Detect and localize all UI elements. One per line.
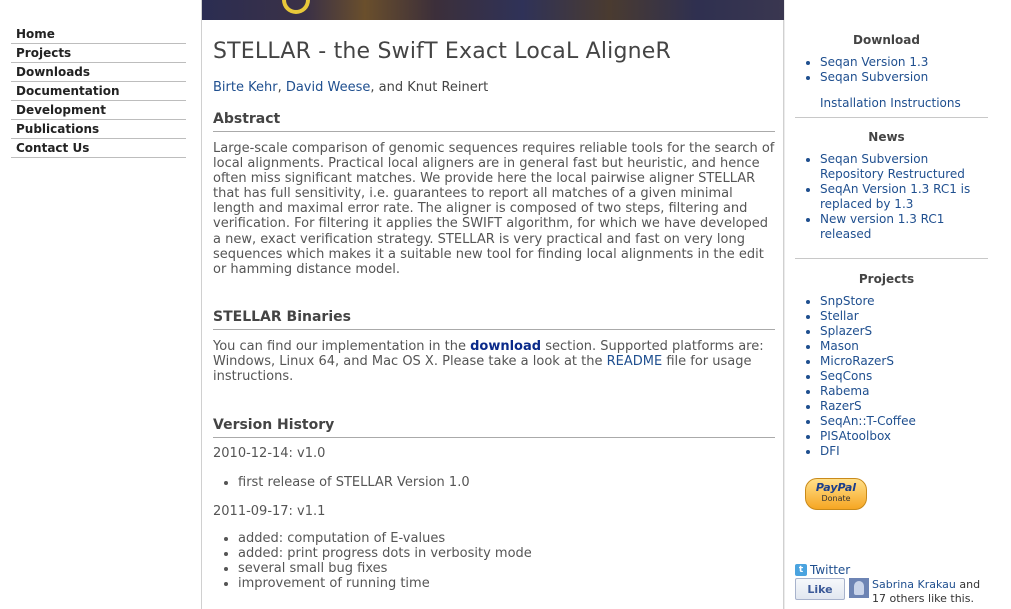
- nav-item-publications[interactable]: Publications: [11, 120, 186, 139]
- paypal-logo: PayPal: [815, 481, 857, 494]
- news-item[interactable]: New version 1.3 RC1 released: [820, 212, 985, 242]
- nav-item-projects[interactable]: Projects: [11, 44, 186, 63]
- nav-menu: Home Projects Downloads Documentation De…: [11, 25, 186, 158]
- binaries-text: You can find our implementation in the d…: [213, 339, 775, 384]
- installation-instructions-link[interactable]: Installation Instructions: [820, 96, 961, 110]
- nav-item-downloads[interactable]: Downloads: [11, 63, 186, 82]
- project-item[interactable]: DFI: [820, 444, 985, 459]
- link-text[interactable]: Seqan Version 1.3: [820, 55, 928, 69]
- project-link[interactable]: SeqAn::T-Coffee: [820, 414, 916, 428]
- version-date: 2010-12-14: v1.0: [213, 446, 326, 462]
- news-list: Seqan Subversion Repository Restructured…: [805, 152, 985, 242]
- project-link[interactable]: Mason: [820, 339, 859, 353]
- author-link-weese[interactable]: David Weese: [286, 80, 371, 95]
- version-changes-list: first release of STELLAR Version 1.0: [213, 475, 775, 490]
- binaries-heading: STELLAR Binaries: [213, 307, 775, 330]
- facebook-like-button[interactable]: Like: [795, 578, 845, 600]
- download-link-seqan-1-3[interactable]: Seqan Version 1.3: [820, 55, 985, 70]
- author-separator: , and: [370, 80, 408, 95]
- facebook-avatar: [849, 578, 869, 598]
- project-link[interactable]: Rabema: [820, 384, 869, 398]
- facebook-friend-link[interactable]: Sabrina Krakau: [872, 578, 956, 591]
- project-item[interactable]: SeqCons: [820, 369, 985, 384]
- project-item[interactable]: SnpStore: [820, 294, 985, 309]
- project-link[interactable]: SeqCons: [820, 369, 872, 383]
- authors-line: Birte Kehr, David Weese, and Knut Reiner…: [213, 79, 775, 97]
- list-item: added: print progress dots in verbosity …: [238, 546, 775, 561]
- list-item: first release of STELLAR Version 1.0: [238, 475, 775, 490]
- nav-item-documentation[interactable]: Documentation: [11, 82, 186, 101]
- download-section-title: Download: [853, 33, 920, 47]
- facebook-and-text: and: [955, 578, 981, 591]
- list-item: added: computation of E-values: [238, 531, 775, 546]
- banner-logo-arc: [282, 0, 310, 14]
- project-item[interactable]: Stellar: [820, 309, 985, 324]
- author-separator: ,: [277, 80, 286, 95]
- project-link[interactable]: DFI: [820, 444, 840, 458]
- like-label: Like: [807, 582, 833, 596]
- abstract-text: Large-scale comparison of genomic sequen…: [213, 141, 775, 277]
- projects-list: SnpStore Stellar SplazerS Mason MicroRaz…: [805, 294, 985, 459]
- project-item[interactable]: PISAtoolbox: [820, 429, 985, 444]
- download-link-seqan-svn[interactable]: Seqan Subversion: [820, 70, 985, 85]
- nav-item-development[interactable]: Development: [11, 101, 186, 120]
- section-divider: [795, 117, 988, 118]
- header-banner: [202, 0, 784, 20]
- news-link[interactable]: New version 1.3 RC1 released: [820, 212, 944, 241]
- twitter-link[interactable]: t Twitter: [795, 563, 850, 577]
- abstract-heading: Abstract: [213, 109, 775, 132]
- project-link[interactable]: SnpStore: [820, 294, 875, 308]
- list-item: several small bug fixes: [238, 561, 775, 576]
- projects-section-title: Projects: [858, 272, 915, 286]
- project-link[interactable]: MicroRazerS: [820, 354, 894, 368]
- project-link[interactable]: SplazerS: [820, 324, 872, 338]
- section-divider: [795, 258, 988, 259]
- article: STELLAR - the SwifT Exact LocaL AligneR …: [213, 20, 775, 591]
- version-changes-list: added: computation of E-values added: pr…: [213, 531, 775, 591]
- project-link[interactable]: RazerS: [820, 399, 862, 413]
- project-item[interactable]: SplazerS: [820, 324, 985, 339]
- right-sidebar: Download Seqan Version 1.3 Seqan Subvers…: [785, 0, 1011, 609]
- project-item[interactable]: Mason: [820, 339, 985, 354]
- project-item[interactable]: MicroRazerS: [820, 354, 985, 369]
- author-link-kehr[interactable]: Birte Kehr: [213, 80, 278, 95]
- download-links: Seqan Version 1.3 Seqan Subversion: [805, 55, 985, 85]
- facebook-like-text: Sabrina Krakau and 17 others like this.: [872, 578, 1002, 606]
- project-link[interactable]: Stellar: [820, 309, 859, 323]
- left-navigation: Home Projects Downloads Documentation De…: [0, 0, 201, 609]
- binaries-text-before: You can find our implementation in the: [213, 338, 471, 354]
- nav-item-contact-us[interactable]: Contact Us: [11, 139, 186, 158]
- news-item[interactable]: SeqAn Version 1.3 RC1 is replaced by 1.3: [820, 182, 985, 212]
- link-text[interactable]: Seqan Subversion: [820, 70, 928, 84]
- main-content: STELLAR - the SwifT Exact LocaL AligneR …: [201, 0, 784, 609]
- project-item[interactable]: RazerS: [820, 399, 985, 414]
- twitter-icon: t: [795, 564, 807, 576]
- project-item[interactable]: SeqAn::T-Coffee: [820, 414, 985, 429]
- list-item: improvement of running time: [238, 576, 775, 591]
- author-name-reinert: Knut Reinert: [407, 80, 489, 95]
- news-section-title: News: [868, 130, 905, 144]
- download-link[interactable]: download: [470, 339, 541, 354]
- page-title: STELLAR - the SwifT Exact LocaL AligneR: [213, 39, 672, 64]
- facebook-others-text: 17 others like this.: [872, 592, 974, 605]
- news-item[interactable]: Seqan Subversion Repository Restructured: [820, 152, 985, 182]
- project-link[interactable]: PISAtoolbox: [820, 429, 891, 443]
- news-link[interactable]: SeqAn Version 1.3 RC1 is replaced by 1.3: [820, 182, 970, 211]
- project-item[interactable]: Rabema: [820, 384, 985, 399]
- readme-link[interactable]: README: [607, 354, 663, 369]
- twitter-label[interactable]: Twitter: [810, 563, 850, 577]
- nav-item-home[interactable]: Home: [11, 25, 186, 44]
- news-link[interactable]: Seqan Subversion Repository Restructured: [820, 152, 965, 181]
- version-history-heading: Version History: [213, 415, 775, 439]
- donate-label: Donate: [821, 494, 851, 503]
- paypal-donate-button[interactable]: PayPal Donate: [805, 478, 867, 510]
- version-date: 2011-09-17: v1.1: [213, 504, 326, 520]
